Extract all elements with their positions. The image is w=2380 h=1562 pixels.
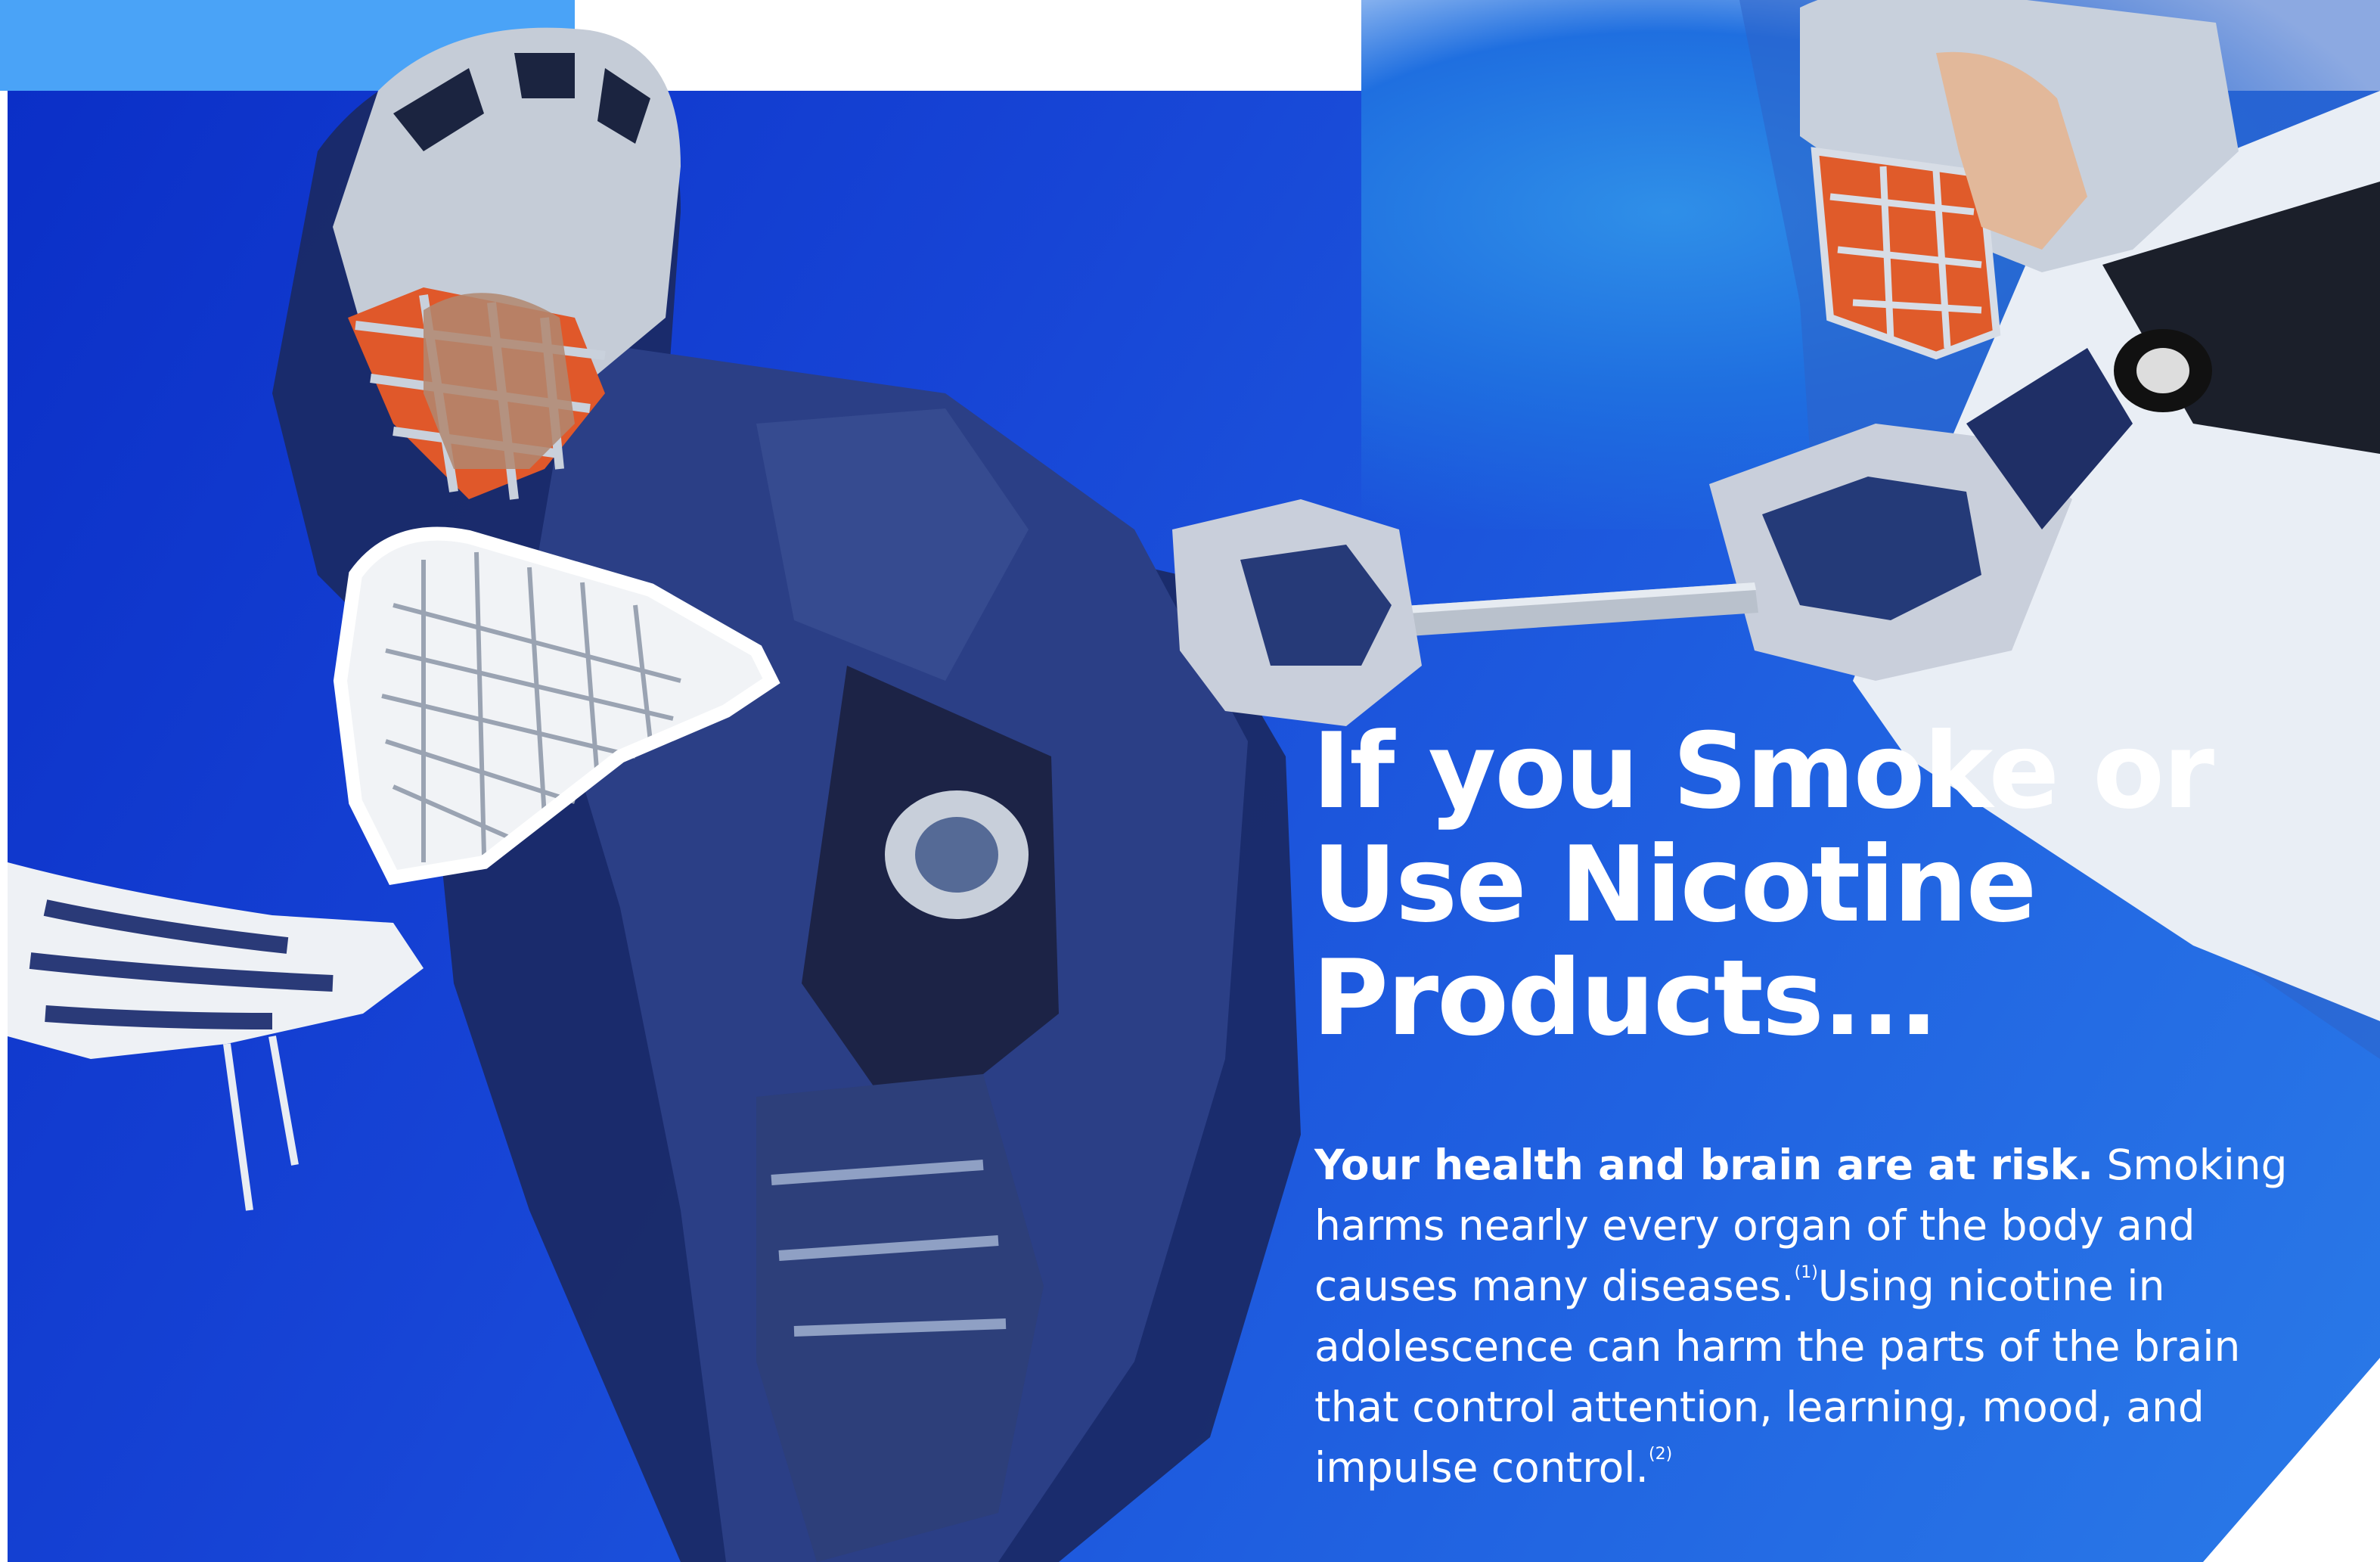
headline: If you Smoke or Use Nicotine Products... xyxy=(1312,715,2295,1055)
headline-line-3: Products... xyxy=(1312,937,1938,1059)
reference-marker-2: (2) xyxy=(1649,1445,1673,1464)
poster: If you Smoke or Use Nicotine Products...… xyxy=(0,0,2380,1562)
headline-line-1: If you Smoke or xyxy=(1312,710,2214,832)
body-paragraph: Your health and brain are at risk. Smoki… xyxy=(1314,1135,2290,1498)
headline-line-2: Use Nicotine xyxy=(1312,824,2037,946)
lead-statement: Your health and brain are at risk. xyxy=(1314,1141,2093,1189)
reference-marker-1: (1) xyxy=(1794,1263,1818,1282)
